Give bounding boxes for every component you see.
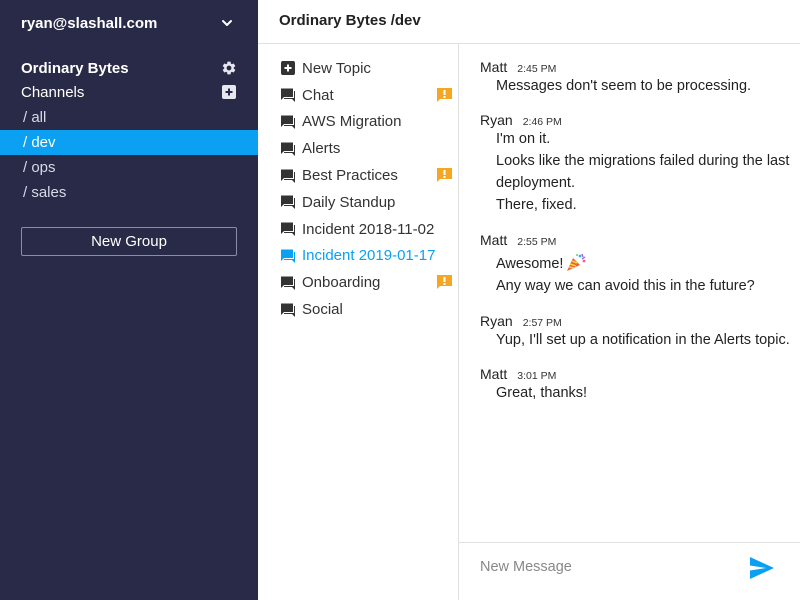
message-feed: Matt 2:45 PM Messages don't seem to be p… — [459, 44, 800, 542]
plus-square-icon — [222, 85, 236, 99]
new-group-button[interactable]: New Group — [21, 227, 237, 256]
channel-item-sales[interactable]: / sales — [0, 180, 258, 205]
topic-item-incident-2019-01-17[interactable]: Incident 2019-01-17 — [258, 243, 458, 270]
topic-item-aws-migration[interactable]: AWS Migration — [258, 109, 458, 136]
chat-icon — [280, 194, 296, 210]
message: Matt 2:45 PM Messages don't seem to be p… — [480, 59, 795, 97]
message-header: Ryan 2:57 PM — [480, 313, 795, 329]
alert-icon — [437, 87, 452, 102]
message-text: deployment. — [496, 175, 575, 191]
message-header: Ryan 2:46 PM — [480, 112, 795, 128]
message-text-row: Awesome! — [480, 252, 795, 275]
message-text: Great, thanks! — [496, 385, 588, 401]
sidebar: ryan@slashall.com Ordinary Bytes Channel… — [0, 0, 258, 600]
chat-icon — [280, 275, 296, 291]
message: Ryan 2:57 PM Yup, I'll set up a notifica… — [480, 313, 795, 351]
message-text: Yup, I'll set up a notification in the A… — [496, 332, 790, 348]
topic-item-incident-2018-11-02[interactable]: Incident 2018-11-02 — [258, 216, 458, 243]
topic-label: Daily Standup — [302, 193, 396, 211]
topic-item-onboarding[interactable]: Onboarding — [258, 269, 458, 296]
topic-item-daily-standup[interactable]: Daily Standup — [258, 189, 458, 216]
message-timestamp: 2:45 PM — [517, 63, 557, 75]
new-topic-button[interactable]: New Topic — [258, 55, 458, 82]
topic-label: Social — [302, 301, 343, 319]
message-text: Awesome! — [496, 256, 564, 272]
message-author: Matt — [480, 232, 508, 248]
message-header: Matt 2:55 PM — [480, 232, 795, 248]
message-composer — [459, 542, 800, 600]
send-icon — [750, 557, 774, 579]
group-header: Ordinary Bytes — [21, 58, 237, 78]
chat-icon — [280, 248, 296, 264]
topic-label: Chat — [302, 86, 334, 104]
topic-label: Incident 2018-11-02 — [302, 220, 435, 238]
alert-icon — [437, 168, 452, 183]
plus-square-icon — [280, 60, 296, 76]
page-title: Ordinary Bytes /dev — [279, 12, 421, 29]
channel-list: / all / dev / ops / sales — [0, 105, 258, 205]
channels-label: Channels — [21, 83, 85, 101]
chat-icon — [280, 114, 296, 130]
chat-icon — [280, 168, 296, 184]
send-button[interactable] — [748, 556, 776, 582]
header-bar: Ordinary Bytes /dev — [258, 0, 800, 44]
message-text: Looks like the migrations failed during … — [496, 153, 790, 169]
topic-item-chat[interactable]: Chat — [258, 82, 458, 109]
message-timestamp: 2:57 PM — [522, 317, 562, 329]
channels-header: Channels — [21, 82, 237, 102]
topic-label: Onboarding — [302, 274, 381, 292]
account-switcher[interactable]: ryan@slashall.com — [21, 13, 237, 33]
chat-icon — [280, 221, 296, 237]
topic-label: Best Practices — [302, 167, 398, 185]
topic-panel: New Topic Chat AWS Migration Alerts Best… — [258, 44, 459, 600]
topic-list: New Topic Chat AWS Migration Alerts Best… — [258, 55, 458, 323]
message-input[interactable] — [480, 555, 740, 579]
message: Matt 2:55 PM Awesome! Any way we can avo… — [480, 232, 795, 297]
group-name: Ordinary Bytes — [21, 59, 129, 77]
channel-item-dev[interactable]: / dev — [0, 130, 258, 155]
chat-icon — [280, 87, 296, 103]
topic-item-social[interactable]: Social — [258, 296, 458, 323]
topic-label: Alerts — [302, 140, 341, 158]
topic-label: New Topic — [302, 59, 371, 77]
add-channel-button[interactable] — [221, 84, 237, 100]
group-settings-button[interactable] — [221, 60, 237, 76]
chevron-down-icon — [222, 20, 232, 26]
message-author: Ryan — [480, 313, 513, 329]
message: Ryan 2:46 PM I'm on it. Looks like the m… — [480, 112, 795, 216]
channel-item-ops[interactable]: / ops — [0, 155, 258, 180]
message-timestamp: 2:46 PM — [522, 116, 562, 128]
topic-label: AWS Migration — [302, 113, 402, 131]
account-name: ryan@slashall.com — [21, 14, 158, 32]
message-timestamp: 3:01 PM — [517, 370, 557, 382]
topic-item-alerts[interactable]: Alerts — [258, 135, 458, 162]
message-author: Matt — [480, 366, 508, 382]
message-header: Matt 2:45 PM — [480, 59, 795, 75]
message: Matt 3:01 PM Great, thanks! — [480, 366, 795, 404]
topic-item-best-practices[interactable]: Best Practices — [258, 162, 458, 189]
message-timestamp: 2:55 PM — [517, 236, 557, 248]
party-popper-icon — [567, 253, 586, 271]
message-header: Matt 3:01 PM — [480, 366, 795, 382]
alert-icon — [437, 275, 452, 290]
gear-icon — [222, 61, 236, 75]
chat-icon — [280, 302, 296, 318]
message-author: Matt — [480, 59, 508, 75]
message-text: Messages don't seem to be processing. — [496, 78, 752, 94]
message-text: I'm on it. — [496, 131, 551, 147]
channel-item-all[interactable]: / all — [0, 105, 258, 130]
topic-label: Incident 2019-01-17 — [302, 247, 436, 265]
message-author: Ryan — [480, 112, 513, 128]
chat-icon — [280, 141, 296, 157]
message-text: There, fixed. — [496, 197, 577, 213]
message-text: Any way we can avoid this in the future? — [496, 278, 755, 294]
